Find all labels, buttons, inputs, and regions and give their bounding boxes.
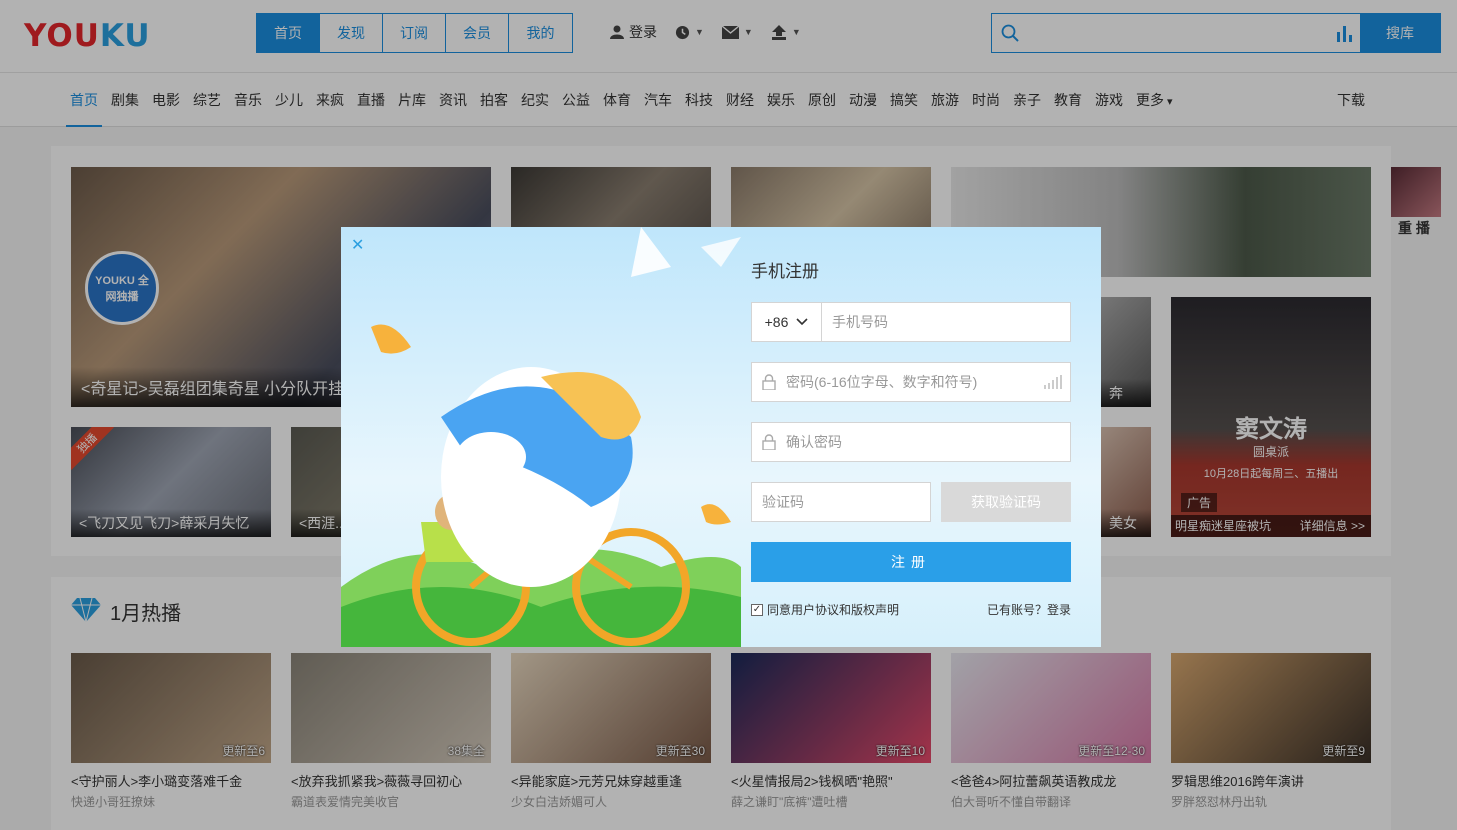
- modal-title: 手机注册: [751, 262, 819, 281]
- country-code-select[interactable]: +86: [752, 303, 822, 341]
- agreement: ✓ 同意用户协议和版权声明: [751, 601, 899, 618]
- get-code-button[interactable]: 获取验证码: [941, 482, 1071, 522]
- country-code-value: +86: [764, 314, 789, 330]
- agree-text[interactable]: 同意用户协议和版权声明: [767, 601, 899, 618]
- confirm-password-input[interactable]: 确认密码: [786, 432, 1070, 452]
- agree-checkbox[interactable]: ✓: [751, 603, 763, 616]
- code-field[interactable]: 验证码: [751, 482, 931, 522]
- close-icon[interactable]: ✕: [351, 235, 364, 255]
- chevron-down-icon: [796, 318, 808, 326]
- password-field[interactable]: 密码(6-16位字母、数字和符号): [751, 362, 1071, 402]
- phone-field[interactable]: +86 手机号码: [751, 302, 1071, 342]
- login-link[interactable]: 已有账号？登录: [987, 601, 1071, 618]
- code-input[interactable]: 验证码: [752, 492, 930, 512]
- password-input[interactable]: 密码(6-16位字母、数字和符号): [786, 372, 1044, 392]
- phone-input[interactable]: 手机号码: [822, 312, 1070, 332]
- register-modal: ✕ 手机注册 +86 手机号码 密码(6-16位字母、数字和符号) 确认密码 验…: [341, 227, 1101, 647]
- lock-icon: [752, 434, 786, 450]
- register-button[interactable]: 注册: [751, 542, 1071, 582]
- register-form: 手机注册 +86 手机号码 密码(6-16位字母、数字和符号) 确认密码 验证码…: [751, 227, 1081, 647]
- mascot-illustration: [341, 227, 741, 647]
- password-strength-icon: [1044, 375, 1062, 389]
- confirm-password-field[interactable]: 确认密码: [751, 422, 1071, 462]
- lock-icon: [752, 374, 786, 390]
